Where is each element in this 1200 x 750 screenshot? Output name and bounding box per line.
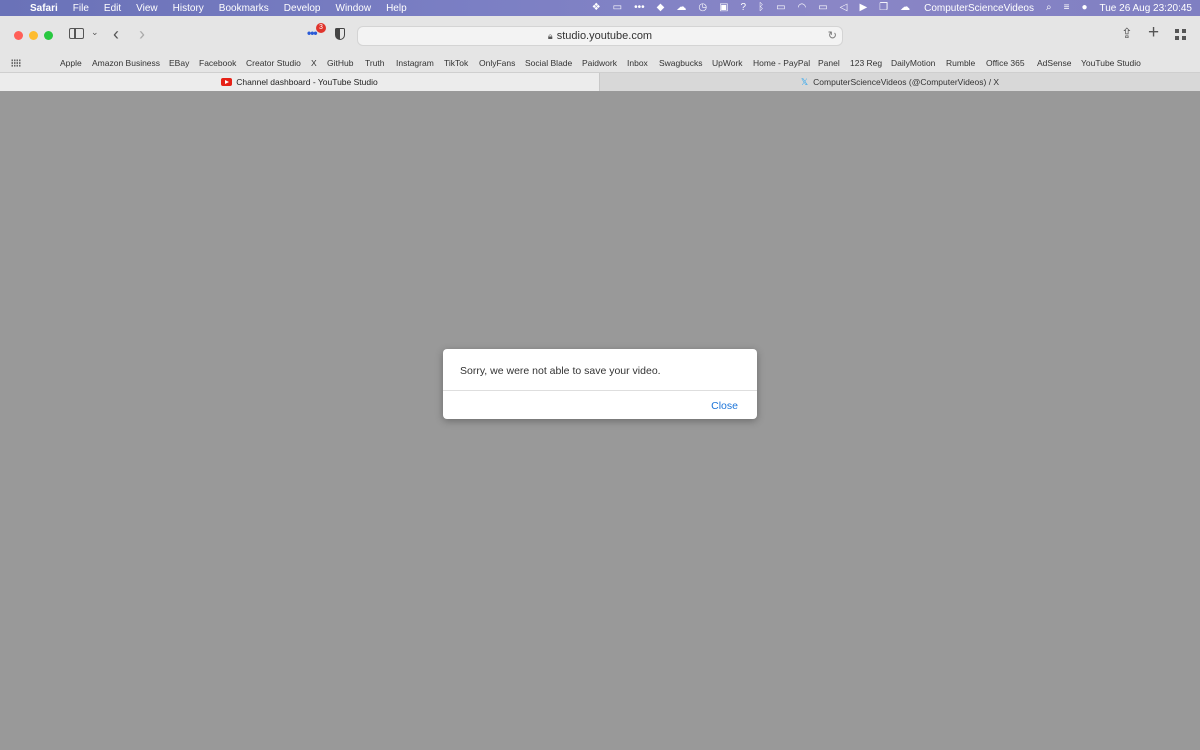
play-circle-icon[interactable]: ▶ — [859, 0, 867, 16]
favorite-youtube-studio[interactable]: YouTube Studio — [1081, 57, 1141, 69]
chevron-down-icon[interactable]: ⌄ — [91, 27, 99, 38]
forward-arrow-icon[interactable]: › — [139, 24, 145, 45]
menu-app-name[interactable]: Safari — [30, 3, 58, 14]
video-camera-icon[interactable]: ▭ — [613, 0, 622, 16]
favorite-social-blade[interactable]: Social Blade — [525, 57, 572, 69]
menu-username[interactable]: ComputerScienceVideos — [924, 3, 1034, 14]
youtube-icon — [221, 78, 233, 86]
lock-icon: 🔒︎ — [547, 31, 553, 41]
favorite-x[interactable]: X — [311, 57, 317, 69]
dropbox-icon[interactable]: ❖ — [592, 0, 601, 16]
siri-icon[interactable]: ● — [1081, 0, 1087, 16]
tab-x-profile[interactable]: 𝕏 ComputerScienceVideos (@ComputerVideos)… — [600, 73, 1200, 91]
time-machine-icon[interactable]: ◷ — [698, 0, 707, 16]
new-tab-icon[interactable]: + — [1148, 22, 1159, 44]
display-icon[interactable]: ▣ — [719, 0, 728, 16]
wifi-icon[interactable]: ◠ — [798, 0, 807, 16]
car-icon[interactable]: ◆ — [657, 0, 665, 16]
favorite-panel[interactable]: Panel — [818, 57, 840, 69]
share-icon[interactable]: ⇪ — [1121, 25, 1133, 42]
favorite-dailymotion[interactable]: DailyMotion — [891, 57, 935, 69]
favorite-inbox[interactable]: Inbox — [627, 57, 648, 69]
tab-title: Channel dashboard - YouTube Studio — [236, 77, 378, 87]
menu-window[interactable]: Window — [336, 3, 372, 14]
favorite-adsense[interactable]: AdSense — [1037, 57, 1072, 69]
status-area: ❖ ▭ ••• ◆ ☁ ◷ ▣ ? ᛒ ▭ ◠ ▭ ◁ ▶ ❐ ☁ Comput… — [592, 0, 1192, 16]
favorite-swagbucks[interactable]: Swagbucks — [659, 57, 702, 69]
volume-icon[interactable]: ◁ — [840, 0, 848, 16]
minimize-window-button[interactable] — [29, 31, 38, 40]
more-dots-icon[interactable]: ••• — [634, 0, 645, 16]
menu-bar: Safari File Edit View History Bookmarks … — [0, 0, 1200, 16]
weather-icon[interactable]: ☁ — [900, 0, 910, 16]
favorite-ebay[interactable]: EBay — [169, 57, 189, 69]
menu-edit[interactable]: Edit — [104, 3, 121, 14]
favorite-instagram[interactable]: Instagram — [396, 57, 434, 69]
bluetooth-icon[interactable]: ᛒ — [758, 0, 764, 16]
favorite-amazon-business[interactable]: Amazon Business — [92, 57, 160, 69]
zoom-window-button[interactable] — [44, 31, 53, 40]
favorite-home-paypal[interactable]: Home - PayPal — [753, 57, 810, 69]
favorite-github[interactable]: GitHub — [327, 57, 353, 69]
menu-help[interactable]: Help — [386, 3, 407, 14]
close-window-button[interactable] — [14, 31, 23, 40]
help-circle-icon[interactable]: ? — [741, 0, 747, 16]
favorite-rumble[interactable]: Rumble — [946, 57, 975, 69]
battery-icon[interactable]: ▭ — [776, 0, 785, 16]
sidebar-toggle-icon[interactable] — [69, 28, 84, 39]
favorite-upwork[interactable]: UpWork — [712, 57, 743, 69]
error-dialog: Sorry, we were not able to save your vid… — [443, 349, 757, 419]
menu-history[interactable]: History — [173, 3, 204, 14]
menu-file[interactable]: File — [73, 3, 89, 14]
reload-icon[interactable]: ↻ — [828, 27, 837, 45]
tab-youtube-studio[interactable]: Channel dashboard - YouTube Studio — [0, 73, 600, 91]
control-center-icon[interactable]: ≡ — [1064, 0, 1070, 16]
back-arrow-icon[interactable]: ‹ — [113, 24, 119, 45]
page-overlay — [0, 91, 1200, 750]
favorite-paidwork[interactable]: Paidwork — [582, 57, 617, 69]
menu-develop[interactable]: Develop — [284, 3, 321, 14]
menu-bookmarks[interactable]: Bookmarks — [219, 3, 269, 14]
tab-title: ComputerScienceVideos (@ComputerVideos) … — [813, 77, 1000, 87]
screen-mirror-icon[interactable]: ❐ — [879, 0, 888, 16]
spotlight-search-icon[interactable]: ⌕ — [1046, 0, 1052, 16]
favorites-bar: Apple Amazon Business EBay Facebook Crea… — [0, 55, 1200, 72]
x-icon: 𝕏 — [800, 77, 809, 87]
browser-toolbar: ⌄ ‹ › ••• 3 🔒︎ studio.youtube.com ↻ ⇪ + — [0, 16, 1200, 55]
favorite-123-reg[interactable]: 123 Reg — [850, 57, 882, 69]
dialog-divider — [443, 390, 757, 391]
favorite-onlyfans[interactable]: OnlyFans — [479, 57, 515, 69]
close-button[interactable]: Close — [711, 400, 738, 412]
grid-dots-icon[interactable] — [11, 59, 21, 67]
url-text: studio.youtube.com — [556, 30, 653, 42]
menu-view[interactable]: View — [136, 3, 158, 14]
dialog-message: Sorry, we were not able to save your vid… — [460, 365, 661, 377]
favorite-apple[interactable]: Apple — [60, 57, 82, 69]
tab-bar: Channel dashboard - YouTube Studio 𝕏 Comp… — [0, 72, 1200, 91]
favorite-creator-studio[interactable]: Creator Studio — [246, 57, 301, 69]
favorite-office-365[interactable]: Office 365 — [986, 57, 1025, 69]
cloud-icon[interactable]: ☁ — [676, 0, 686, 16]
privacy-shield-icon[interactable] — [335, 28, 345, 40]
menu-clock[interactable]: Tue 26 Aug 23:20:45 — [1100, 3, 1193, 14]
favorite-tiktok[interactable]: TikTok — [444, 57, 468, 69]
address-bar[interactable]: 🔒︎ studio.youtube.com ↻ — [357, 26, 843, 46]
tab-overview-icon[interactable] — [1175, 29, 1186, 40]
favorite-facebook[interactable]: Facebook — [199, 57, 236, 69]
favorite-truth[interactable]: Truth — [365, 57, 385, 69]
airplay-icon[interactable]: ▭ — [818, 0, 827, 16]
extension-badge: 3 — [316, 23, 326, 33]
